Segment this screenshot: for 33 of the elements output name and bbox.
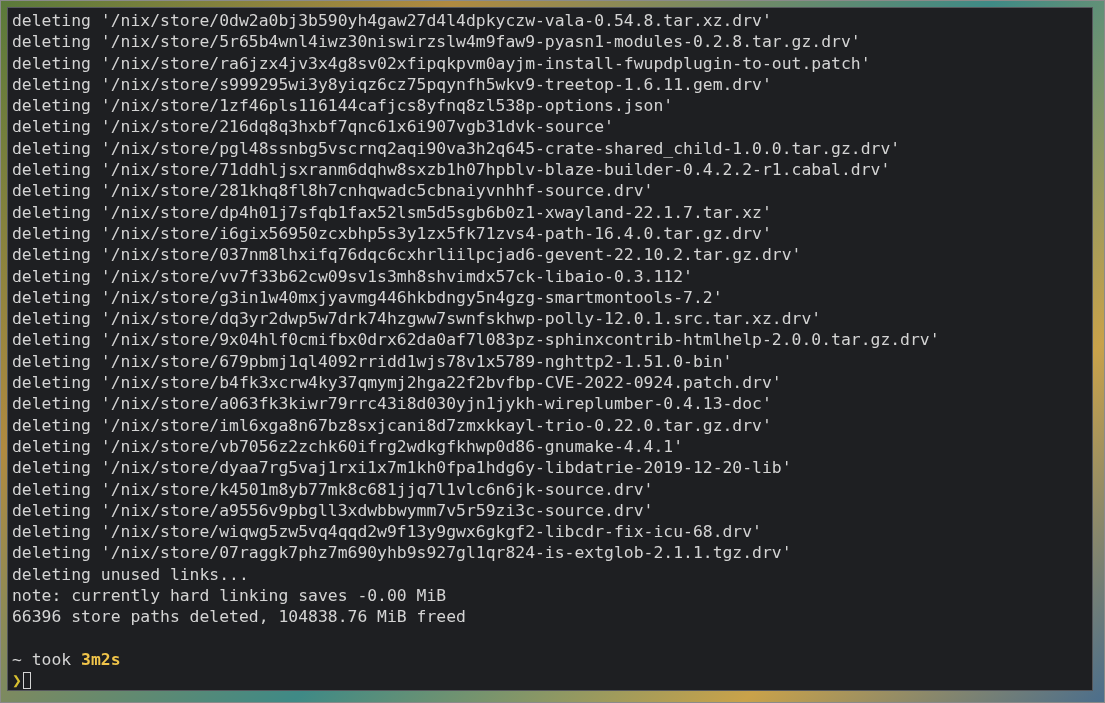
- output-line: deleting '/nix/store/vv7f33b62cw09sv1s3mh8shvimdx57ck-libaio-0.3.112': [12, 265, 693, 287]
- output-line: deleting '/nix/store/g3in1w40mxjyavmg446hkbdngy5n4gzg-smartmontools-7.2': [12, 286, 723, 309]
- output-line: deleting '/nix/store/216dq8q3hxbf7qnc61x6i907vgb31dvk-source': [12, 116, 614, 138]
- output-line: deleting '/nix/store/dp4h01j7sfqb1fax52lsm5d5sgb6b0z1-xwayland-22.1.7.tar.xz': [12, 201, 772, 223]
- output-line: deleting '/nix/store/dyaa7rg5vaj1rxi1x7m1kh0fpa1hdg6y-libdatrie-2019-12-20-lib': [12, 457, 792, 479]
- output-line: deleting '/nix/store/71ddhljsxranm6dqhw8sxzb1h07hpblv-blaze-builder-0.4.2.2-r1.cabal.drv': [12, 159, 891, 181]
- output-line: deleting '/nix/store/9x04hlf0cmifbx0drx62da0af7l083pz-sphinxcontrib-htmlhelp-2.0.0.tar.gz.drv': [12, 329, 940, 351]
- cursor: [22, 672, 31, 690]
- prompt-text: ~ took: [12, 648, 72, 671]
- output-line: deleting '/nix/store/k4501m8yb77mk8c681jjq7l1vlc6n6jk-source.drv': [12, 478, 654, 500]
- output-line: deleting '/nix/store/i6gix56950zcxbhp5s3y1zx5fk71zvs4-path-16.4.0.tar.gz.drv': [12, 222, 772, 245]
- output-line: deleting '/nix/store/0dw2a0bj3b590yh4gaw27d4l4dpkyczw-vala-0.54.8.tar.xz.drv': [12, 10, 772, 32]
- output-line: deleting '/nix/store/07raggk7phz7m690yhb9s927gl1qr824-is-extglob-2.1.1.tgz.drv': [12, 542, 792, 564]
- duration-text: 3m2s: [81, 648, 121, 671]
- output-line: deleting '/nix/store/ra6jzx4jv3x4g8sv02xfipqkpvm0ayjm-install-fwupdplugin-to-out.patch': [12, 52, 871, 74]
- output-line: deleting '/nix/store/s999295wi3y8yiqz6cz75pqynfh5wkv9-treetop-1.6.11.gem.drv': [12, 73, 772, 96]
- output-line: deleting '/nix/store/a063fk3kiwr79rrc43i8d030yjn1jykh-wireplumber-0.4.13-doc': [12, 393, 772, 415]
- output-line: deleting '/nix/store/wiqwg5zw5vq4qqd2w9f13y9gwx6gkgf2-libcdr-fix-icu-68.drv': [12, 521, 762, 543]
- output-line: deleting '/nix/store/pgl48ssnbg5vscrnq2aqi90va3h2q645-crate-shared_child-1.0.0.tar.gz.drv': [12, 137, 901, 160]
- output-line: deleting '/nix/store/iml6xga8n67bz8sxjcani8d7zmxkkayl-trio-0.22.0.tar.gz.drv': [12, 414, 772, 436]
- output-line: note: currently hard linking saves -0.00 MiB: [12, 585, 447, 607]
- prompt-symbol: ❯: [12, 670, 22, 692]
- output-line: deleting '/nix/store/b4fk3xcrw4ky37qmymj2hga22f2bvfbp-CVE-2022-0924.patch.drv': [12, 372, 782, 394]
- output-line: deleting '/nix/store/dq3yr2dwp5w7drk74hzgww7swnfskhwp-polly-12.0.1.src.tar.xz.drv': [12, 308, 822, 330]
- output-line: deleting '/nix/store/a9556v9pbgll3xdwbbwymm7v5r59zi3c-source.drv': [12, 499, 654, 522]
- output-line: deleting '/nix/store/679pbmj1ql4092rridd1wjs78v1x5789-nghttp2-1.51.0-bin': [12, 350, 733, 373]
- output-line: deleting '/nix/store/5r65b4wnl4iwz30niswirzslw4m9faw9-pyasn1-modules-0.2.8.tar.gz.drv': [12, 31, 861, 53]
- output-line: deleting '/nix/store/vb7056z2zchk60ifrg2wdkgfkhwp0d86-gnumake-4.4.1': [12, 435, 684, 458]
- output-line: deleting '/nix/store/1zf46pls116144cafjcs8yfnq8zl538p-options.json': [12, 95, 674, 117]
- output-line: deleting '/nix/store/281khq8fl8h7cnhqwadc5cbnaiyvnhhf-source.drv': [12, 180, 654, 202]
- output-line: 66396 store paths deleted, 104838.76 MiB freed: [12, 606, 466, 628]
- output-line: deleting '/nix/store/037nm8lhxifq76dqc6cxhrliilpcjad6-gevent-22.10.2.tar.gz.drv': [12, 244, 802, 266]
- output-line: deleting unused links...: [12, 563, 249, 585]
